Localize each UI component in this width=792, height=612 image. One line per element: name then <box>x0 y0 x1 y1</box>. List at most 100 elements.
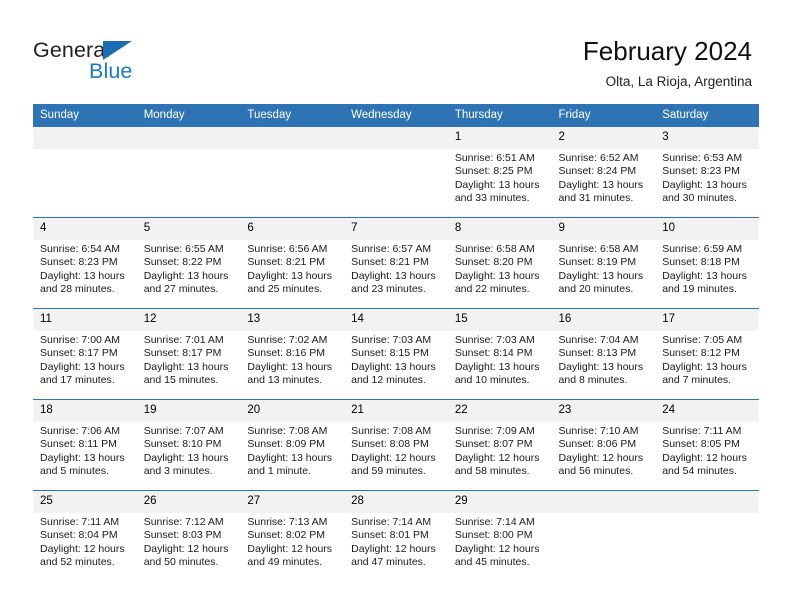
sunset-text: Sunset: 8:10 PM <box>143 438 222 451</box>
day-sun-info: Sunrise: 7:03 AM Sunset: 8:14 PM Daylight:… <box>448 331 552 388</box>
triangle-icon <box>103 41 132 60</box>
daylight-text: Daylight: 13 hours and 5 minutes. <box>40 451 125 478</box>
sunset-text: Sunset: 8:23 PM <box>662 165 740 178</box>
day-number: 8 <box>447 218 552 240</box>
day-number: 3 <box>655 127 759 149</box>
calendar-day-cell-empty <box>551 490 656 581</box>
sunrise-text: Sunrise: 7:07 AM <box>143 425 224 437</box>
daylight-text: Daylight: 12 hours and 47 minutes. <box>351 542 436 569</box>
day-number: 21 <box>344 400 448 422</box>
day-sun-info: Sunrise: 7:14 AM Sunset: 8:00 PM Daylight:… <box>448 513 552 570</box>
sunrise-text: Sunrise: 6:56 AM <box>247 243 328 255</box>
day-sun-info: Sunrise: 6:59 AM Sunset: 8:18 PM Daylight:… <box>655 240 759 297</box>
day-number: 6 <box>240 218 345 240</box>
daylight-text: Daylight: 13 hours and 13 minutes. <box>247 360 333 387</box>
calendar-day-cell[interactable]: 19 Sunrise: 7:07 AM Sunset: 8:10 PM Dayligh… <box>136 399 241 491</box>
calendar-week-row: 1 Sunrise: 6:51 AM Sunset: 8:25 PM Daylight… <box>33 127 759 218</box>
calendar-day-cell[interactable]: 5 Sunrise: 6:55 AM Sunset: 8:22 PM Daylight… <box>136 217 241 309</box>
weekday-header-thursday: Thursday <box>447 104 552 127</box>
calendar-day-cell[interactable]: 10 Sunrise: 6:59 AM Sunset: 8:18 PM Dayligh… <box>655 217 759 309</box>
daylight-text: Daylight: 12 hours and 56 minutes. <box>558 451 644 478</box>
generalblue-logo[interactable]: General Blue <box>33 38 233 88</box>
calendar-day-cell[interactable]: 13 Sunrise: 7:02 AM Sunset: 8:16 PM Dayligh… <box>240 308 345 400</box>
sunrise-text: Sunrise: 7:10 AM <box>558 425 639 437</box>
page-header: General Blue February 2024 Olta, La Rioj… <box>0 0 792 103</box>
daylight-text: Daylight: 13 hours and 27 minutes. <box>143 269 229 296</box>
calendar-day-cell[interactable]: 2 Sunrise: 6:52 AM Sunset: 8:24 PM Daylight… <box>551 127 656 218</box>
calendar-header-row: Sunday Monday Tuesday Wednesday Thursday… <box>33 104 759 127</box>
page-title: February 2024 <box>582 36 752 66</box>
logo-text-blue: Blue <box>89 59 133 83</box>
calendar-day-cell[interactable]: 25 Sunrise: 7:11 AM Sunset: 8:04 PM Dayligh… <box>33 490 137 581</box>
calendar-day-cell[interactable]: 16 Sunrise: 7:04 AM Sunset: 8:13 PM Dayligh… <box>551 308 656 400</box>
calendar-day-cell[interactable]: 17 Sunrise: 7:05 AM Sunset: 8:12 PM Dayligh… <box>655 308 759 400</box>
calendar-day-cell[interactable]: 18 Sunrise: 7:06 AM Sunset: 8:11 PM Dayligh… <box>33 399 137 491</box>
calendar-day-cell[interactable]: 1 Sunrise: 6:51 AM Sunset: 8:25 PM Daylight… <box>447 127 552 218</box>
daylight-text: Daylight: 13 hours and 8 minutes. <box>558 360 644 387</box>
daylight-text: Daylight: 13 hours and 7 minutes. <box>662 360 747 387</box>
sunset-text: Sunset: 8:02 PM <box>247 529 326 542</box>
calendar-day-cell-empty <box>344 127 448 218</box>
sunset-text: Sunset: 8:21 PM <box>351 256 429 269</box>
sunset-text: Sunset: 8:23 PM <box>40 256 118 269</box>
calendar-day-cell[interactable]: 8 Sunrise: 6:58 AM Sunset: 8:20 PM Daylight… <box>447 217 552 309</box>
sunrise-text: Sunrise: 7:12 AM <box>143 516 224 528</box>
calendar-day-cell[interactable]: 9 Sunrise: 6:58 AM Sunset: 8:19 PM Daylight… <box>551 217 656 309</box>
calendar-day-cell[interactable]: 23 Sunrise: 7:10 AM Sunset: 8:06 PM Dayligh… <box>551 399 656 491</box>
calendar-day-cell[interactable]: 24 Sunrise: 7:11 AM Sunset: 8:05 PM Dayligh… <box>655 399 759 491</box>
calendar-day-cell[interactable]: 3 Sunrise: 6:53 AM Sunset: 8:23 PM Daylight… <box>655 127 759 218</box>
calendar-week-row: 18 Sunrise: 7:06 AM Sunset: 8:11 PM Dayligh… <box>33 399 759 491</box>
day-number <box>551 491 656 513</box>
day-number <box>136 127 241 149</box>
sunset-text: Sunset: 8:07 PM <box>454 438 533 451</box>
calendar-week-row: 4 Sunrise: 6:54 AM Sunset: 8:23 PM Daylight… <box>33 217 759 309</box>
sunrise-text: Sunrise: 7:03 AM <box>351 334 432 346</box>
calendar-day-cell[interactable]: 26 Sunrise: 7:12 AM Sunset: 8:03 PM Dayligh… <box>136 490 241 581</box>
day-number: 13 <box>240 309 345 331</box>
calendar-day-cell[interactable]: 22 Sunrise: 7:09 AM Sunset: 8:07 PM Dayligh… <box>447 399 552 491</box>
calendar-day-cell[interactable]: 28 Sunrise: 7:14 AM Sunset: 8:01 PM Dayligh… <box>344 490 448 581</box>
daylight-text: Daylight: 12 hours and 49 minutes. <box>247 542 333 569</box>
calendar-day-cell[interactable]: 27 Sunrise: 7:13 AM Sunset: 8:02 PM Dayligh… <box>240 490 345 581</box>
day-sun-info: Sunrise: 7:11 AM Sunset: 8:04 PM Daylight:… <box>33 513 137 570</box>
sunset-text: Sunset: 8:21 PM <box>247 256 326 269</box>
sunset-text: Sunset: 8:22 PM <box>143 256 222 269</box>
weekday-header-sunday: Sunday <box>33 104 137 127</box>
calendar-day-cell[interactable]: 6 Sunrise: 6:56 AM Sunset: 8:21 PM Daylight… <box>240 217 345 309</box>
sunset-text: Sunset: 8:13 PM <box>558 347 637 360</box>
weekday-header-friday: Friday <box>551 104 656 127</box>
day-number: 17 <box>655 309 759 331</box>
calendar-day-cell[interactable]: 15 Sunrise: 7:03 AM Sunset: 8:14 PM Dayligh… <box>447 308 552 400</box>
calendar-page: General Blue February 2024 Olta, La Rioj… <box>0 0 792 612</box>
sunset-text: Sunset: 8:00 PM <box>454 529 533 542</box>
calendar-day-cell[interactable]: 14 Sunrise: 7:03 AM Sunset: 8:15 PM Dayligh… <box>344 308 448 400</box>
calendar-day-cell[interactable]: 7 Sunrise: 6:57 AM Sunset: 8:21 PM Daylight… <box>344 217 448 309</box>
daylight-text: Daylight: 13 hours and 22 minutes. <box>454 269 540 296</box>
calendar-day-cell[interactable]: 11 Sunrise: 7:00 AM Sunset: 8:17 PM Dayligh… <box>33 308 137 400</box>
page-subtitle-location: Olta, La Rioja, Argentina <box>605 74 752 89</box>
day-sun-info: Sunrise: 7:08 AM Sunset: 8:08 PM Daylight:… <box>344 422 448 479</box>
day-number: 29 <box>447 491 552 513</box>
sunset-text: Sunset: 8:04 PM <box>40 529 118 542</box>
day-sun-info: Sunrise: 6:58 AM Sunset: 8:19 PM Daylight:… <box>552 240 656 297</box>
day-sun-info: Sunrise: 7:11 AM Sunset: 8:05 PM Daylight:… <box>655 422 759 479</box>
day-number: 12 <box>136 309 241 331</box>
calendar-day-cell[interactable]: 21 Sunrise: 7:08 AM Sunset: 8:08 PM Dayligh… <box>344 399 448 491</box>
sunset-text: Sunset: 8:05 PM <box>662 438 740 451</box>
sunrise-text: Sunrise: 7:06 AM <box>40 425 120 437</box>
sunrise-text: Sunrise: 6:59 AM <box>662 243 743 255</box>
sunset-text: Sunset: 8:09 PM <box>247 438 326 451</box>
day-sun-info: Sunrise: 7:02 AM Sunset: 8:16 PM Daylight:… <box>240 331 344 388</box>
day-number <box>240 127 345 149</box>
sunrise-text: Sunrise: 7:13 AM <box>247 516 328 528</box>
sunset-text: Sunset: 8:19 PM <box>558 256 637 269</box>
sunrise-text: Sunrise: 7:09 AM <box>454 425 535 437</box>
calendar-day-cell[interactable]: 20 Sunrise: 7:08 AM Sunset: 8:09 PM Dayligh… <box>240 399 345 491</box>
calendar-day-cell[interactable]: 12 Sunrise: 7:01 AM Sunset: 8:17 PM Dayligh… <box>136 308 241 400</box>
calendar-day-cell[interactable]: 4 Sunrise: 6:54 AM Sunset: 8:23 PM Daylight… <box>33 217 137 309</box>
sunset-text: Sunset: 8:03 PM <box>143 529 222 542</box>
day-sun-info: Sunrise: 6:51 AM Sunset: 8:25 PM Daylight:… <box>448 149 552 206</box>
sunrise-text: Sunrise: 7:01 AM <box>143 334 224 346</box>
daylight-text: Daylight: 13 hours and 20 minutes. <box>558 269 644 296</box>
calendar-day-cell[interactable]: 29 Sunrise: 7:14 AM Sunset: 8:00 PM Dayligh… <box>447 490 552 581</box>
